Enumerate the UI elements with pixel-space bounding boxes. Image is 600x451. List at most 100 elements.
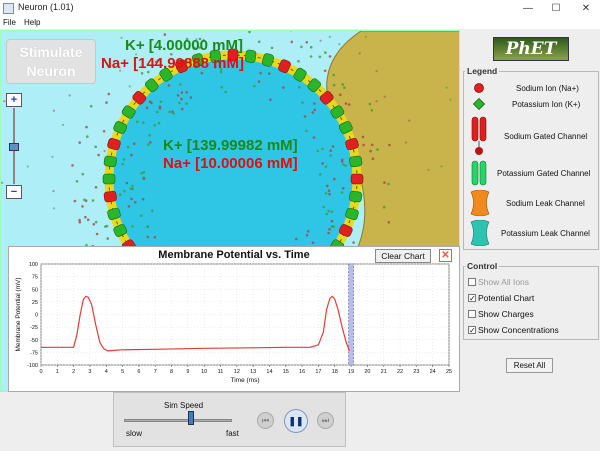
- sodium-ion: [383, 181, 386, 184]
- sodium-ion: [321, 162, 324, 165]
- sodium-ion: [369, 149, 372, 153]
- potassium-ion: [330, 225, 334, 228]
- potential-chart-box[interactable]: ✓: [468, 294, 476, 303]
- potassium-ion: [253, 84, 256, 88]
- sodium-ion: [189, 96, 193, 99]
- potassium-ion: [121, 162, 125, 166]
- x-tick-label: 10: [201, 369, 207, 375]
- sodium-ion: [95, 232, 99, 236]
- potassium-ion: [343, 86, 346, 89]
- sodium-ion: [71, 164, 74, 167]
- potassium-ion: [341, 83, 345, 86]
- sodium-ion: [311, 111, 315, 114]
- legend-label-potassium-leak: Potassium Leak Channel: [501, 229, 590, 238]
- close-window-button[interactable]: ✕: [574, 0, 598, 17]
- sparse-ion: [52, 207, 56, 210]
- sodium-ion: [328, 192, 331, 196]
- x-tick-label: 16: [299, 369, 305, 375]
- sim-speed-slider-track[interactable]: [124, 419, 232, 422]
- zoom-slider-thumb[interactable]: [9, 143, 19, 151]
- sparse-ion: [68, 94, 71, 97]
- sodium-ion-icon: [474, 83, 484, 93]
- sodium-ion: [328, 227, 331, 231]
- sim-speed-label: Sim Speed: [164, 401, 204, 410]
- maximize-button[interactable]: ☐: [544, 0, 568, 17]
- potassium-ion: [316, 149, 320, 153]
- sodium-ion: [323, 69, 327, 73]
- x-tick-label: 2: [72, 369, 75, 375]
- minimize-button[interactable]: —: [516, 0, 540, 17]
- sodium-ion: [180, 97, 183, 101]
- sodium-ion: [370, 143, 374, 147]
- sodium-ion: [78, 218, 81, 222]
- clock-control-panel: Sim Speed slow fast ⏮ ❚❚ ⏭: [113, 392, 346, 447]
- potassium-ion: [136, 120, 139, 124]
- potassium-ion: [298, 86, 301, 89]
- legend-label-potassium-ion: Potassium Ion (K+): [512, 100, 581, 109]
- y-tick-label: -75: [30, 350, 38, 356]
- x-tick-label: 12: [234, 369, 240, 375]
- menu-file[interactable]: File: [3, 17, 16, 29]
- x-tick-label: 24: [430, 369, 436, 375]
- pause-button[interactable]: ❚❚: [284, 409, 308, 433]
- potential-chart-checkbox[interactable]: ✓ Potential Chart: [468, 292, 578, 306]
- potassium-ion: [153, 124, 156, 127]
- stimulate-neuron-button[interactable]: Stimulate Neuron: [6, 39, 96, 84]
- show-charges-checkbox[interactable]: Show Charges: [468, 308, 578, 322]
- potassium-ion: [172, 112, 175, 115]
- sodium-ion: [327, 231, 331, 235]
- potassium-ion: [140, 172, 143, 175]
- zoom-in-button[interactable]: +: [6, 93, 22, 107]
- potassium-ion: [309, 45, 313, 49]
- potassium-ion: [140, 72, 144, 75]
- show-charges-box[interactable]: [468, 310, 476, 318]
- sodium-ion: [311, 241, 315, 244]
- rewind-button[interactable]: ⏮: [257, 412, 274, 429]
- potassium-ion: [89, 104, 93, 108]
- potassium-ion: [322, 205, 326, 209]
- potassium-leak-channel-icon: [470, 220, 490, 246]
- sodium-ion: [153, 236, 157, 239]
- menu-help[interactable]: Help: [24, 17, 40, 29]
- sodium-ion: [313, 108, 317, 112]
- zoom-out-button[interactable]: −: [6, 185, 22, 199]
- sodium-ion: [73, 199, 77, 203]
- potassium-ion: [220, 86, 223, 89]
- title-bar: Neuron (1.01) — ☐ ✕: [0, 0, 600, 17]
- sodium-ion: [127, 205, 131, 208]
- potassium-ion: [168, 110, 171, 114]
- x-tick-label: 1: [56, 369, 59, 375]
- step-button[interactable]: ⏭: [317, 412, 334, 429]
- sodium-leak-channel-icon: [470, 190, 490, 216]
- y-tick-label: 25: [32, 300, 38, 306]
- potassium-ion: [94, 220, 98, 224]
- potassium-ion: [324, 192, 328, 195]
- outside-potassium-concentration: K+ [4.00000 mM]: [125, 37, 243, 54]
- sodium-ion: [142, 177, 146, 180]
- potential-chart-label: Potential Chart: [478, 293, 535, 303]
- sodium-ion: [295, 237, 298, 241]
- sodium-ion: [327, 189, 331, 192]
- sim-speed-slider-thumb[interactable]: [188, 411, 194, 425]
- potassium-ion: [370, 109, 374, 112]
- clear-chart-button[interactable]: Clear Chart: [375, 249, 431, 263]
- sodium-ion: [267, 72, 271, 75]
- stimulate-label-line1: Stimulate: [19, 44, 83, 60]
- sodium-ion: [371, 157, 375, 160]
- show-all-ions-checkbox[interactable]: Show All Ions: [468, 276, 578, 290]
- sodium-ion: [97, 153, 100, 157]
- show-concentrations-checkbox[interactable]: ✓ Show Concentrations: [468, 324, 588, 338]
- sodium-ion: [86, 218, 90, 222]
- show-concentrations-box[interactable]: ✓: [468, 326, 476, 335]
- potassium-ion: [332, 83, 336, 87]
- sodium-ion: [344, 102, 348, 105]
- x-tick-label: 17: [315, 369, 321, 375]
- sparse-ion: [375, 70, 378, 73]
- potassium-ion: [148, 134, 151, 137]
- close-chart-icon[interactable]: ✕: [439, 249, 452, 262]
- show-all-ions-box[interactable]: [468, 278, 476, 286]
- reset-all-button[interactable]: Reset All: [506, 358, 553, 373]
- y-tick-label: -25: [30, 325, 38, 331]
- y-axis-label: Membrane Potential (mV): [15, 277, 22, 351]
- sodium-ion: [130, 197, 133, 201]
